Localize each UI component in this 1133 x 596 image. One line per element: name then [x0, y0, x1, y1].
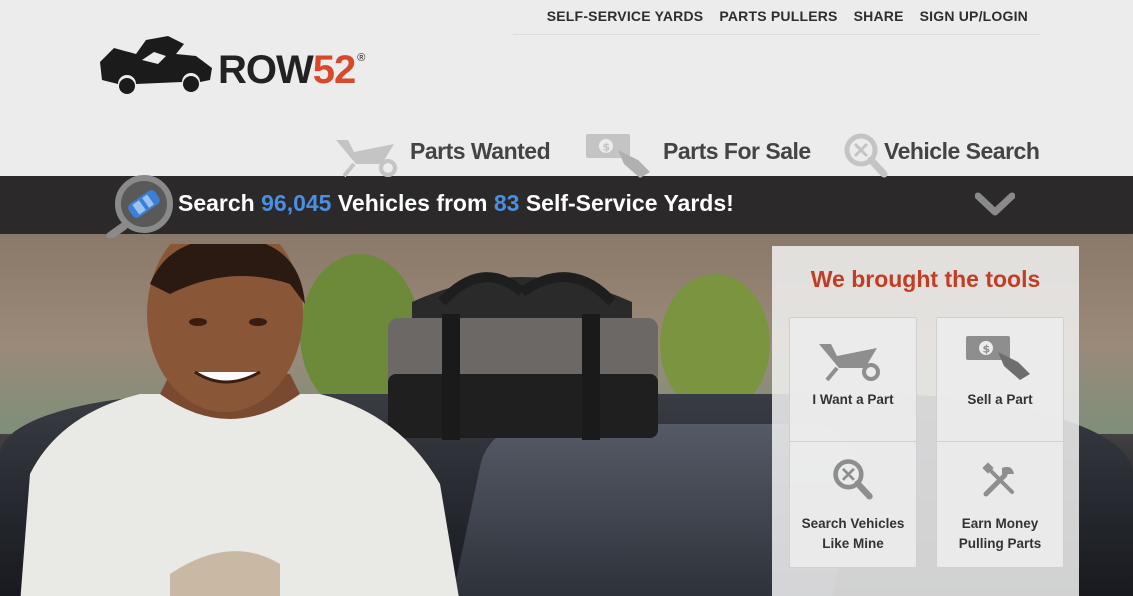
- magnifier-icon: [844, 133, 888, 178]
- nav-vehicle-search-label: Vehicle Search: [884, 137, 1040, 164]
- search-middle: Vehicles from: [337, 190, 488, 216]
- nav-parts-for-sale-label: Parts For Sale: [663, 137, 811, 164]
- cash-hand-icon: $: [966, 336, 1030, 380]
- tile-i-want-a-part[interactable]: I Want a Part: [789, 317, 917, 444]
- top-nav: SELF-SERVICE YARDS PARTS PULLERS SHARE S…: [547, 8, 1028, 24]
- main-nav: Parts Wanted $ Parts For Sale Vehicle Se…: [0, 126, 1133, 178]
- svg-text:$: $: [603, 141, 611, 154]
- tile-i-want-a-part-label: I Want a Part: [812, 392, 894, 407]
- tile-earn-money-label: Earn Money Pulling Parts: [958, 516, 1042, 551]
- nav-parts-wanted[interactable]: Parts Wanted: [336, 126, 556, 178]
- nav-parts-for-sale[interactable]: $ Parts For Sale: [586, 126, 816, 178]
- cash-hand-icon: $: [586, 134, 650, 178]
- tree-right: [660, 274, 770, 414]
- tile-search-vehicles-like-mine[interactable]: Search Vehicles Like Mine: [789, 441, 917, 568]
- vehicle-count: 96,045: [261, 190, 332, 216]
- topnav-share[interactable]: SHARE: [854, 8, 904, 24]
- search-count-message: Search 96,045 Vehicles from 83 Self-Serv…: [178, 190, 734, 217]
- chevron-down-icon[interactable]: [975, 190, 1015, 218]
- junk-car-logo-icon: [100, 36, 212, 94]
- logo-text: ROW: [218, 48, 314, 92]
- tile-search-vehicles-label: Search Vehicles Like Mine: [801, 516, 905, 551]
- tools-panel-title: We brought the tools: [810, 266, 1041, 292]
- topnav-self-service-yards[interactable]: SELF-SERVICE YARDS: [547, 8, 704, 24]
- nav-parts-wanted-label: Parts Wanted: [410, 137, 551, 164]
- svg-text:$: $: [983, 343, 991, 356]
- topnav-parts-pullers[interactable]: PARTS PULLERS: [719, 8, 837, 24]
- logo-registered-mark: ®: [357, 52, 365, 64]
- topnav-sign-up-login[interactable]: SIGN UP/LOGIN: [920, 8, 1028, 24]
- site-header: SELF-SERVICE YARDS PARTS PULLERS SHARE S…: [0, 0, 1133, 178]
- car-search-icon: [106, 175, 173, 238]
- wheelbarrow-icon: [336, 140, 397, 178]
- tile-sell-a-part-label: Sell a Part: [967, 392, 1033, 407]
- tile-earn-money-pulling-parts[interactable]: Earn Money Pulling Parts: [936, 441, 1064, 568]
- site-logo[interactable]: ROW52 ®: [96, 34, 376, 98]
- search-prefix: Search: [178, 190, 255, 216]
- nav-vehicle-search[interactable]: Vehicle Search: [842, 126, 1042, 178]
- tools-icon: [982, 462, 1014, 497]
- yard-count: 83: [493, 190, 520, 216]
- topnav-divider: [513, 34, 1040, 35]
- logo-number: 52: [312, 48, 356, 92]
- smiling-man-image: [20, 244, 459, 596]
- wheelbarrow-icon: [819, 344, 880, 382]
- search-suffix: Self-Service Yards!: [525, 190, 734, 216]
- magnifier-icon: [833, 459, 873, 500]
- tools-panel: We brought the tools I Want a Part $ Sel…: [772, 246, 1079, 596]
- tile-sell-a-part[interactable]: $ Sell a Part: [936, 317, 1064, 444]
